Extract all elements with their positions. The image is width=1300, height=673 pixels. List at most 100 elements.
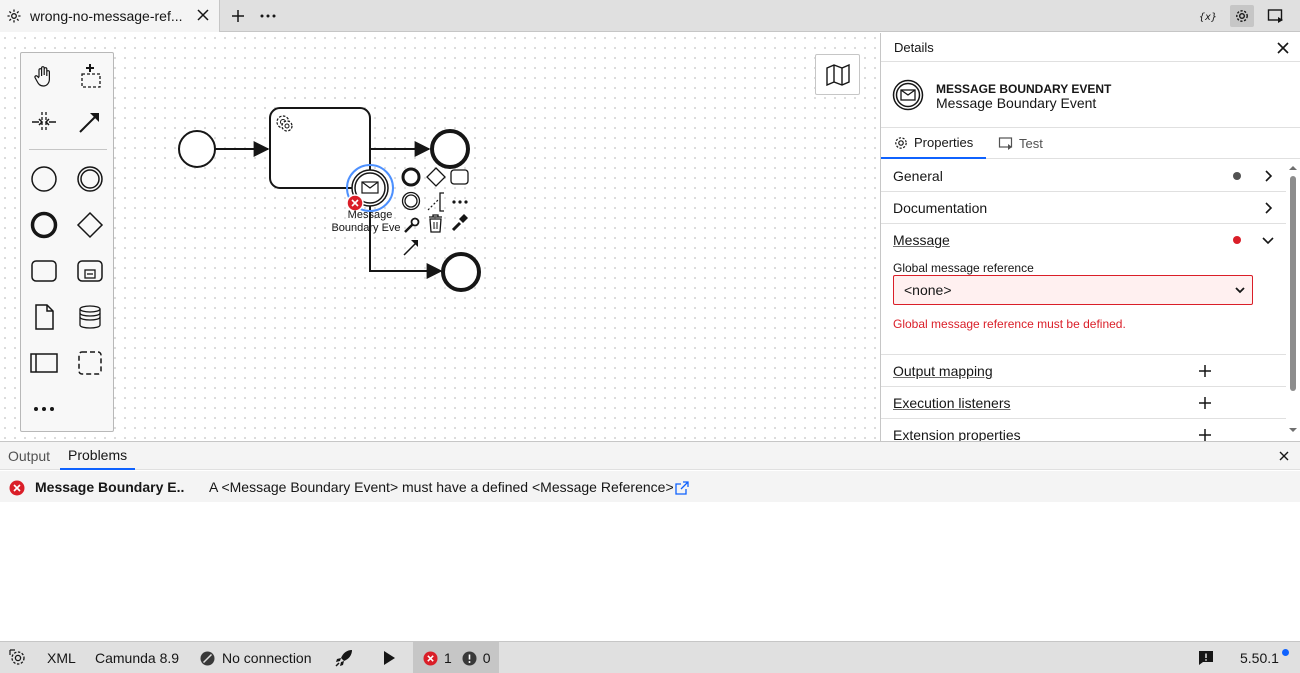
tab-diagram[interactable]: wrong-no-message-ref...: [0, 0, 220, 32]
group-output-mapping-label: Output mapping: [893, 363, 993, 379]
bottom-panel: Output Problems Message Boundary E... A …: [0, 441, 1300, 641]
settings-icon: [1236, 10, 1248, 22]
envelope-icon: [361, 181, 379, 194]
deploy-screen-icon: [1267, 9, 1283, 23]
details-title: Details: [894, 39, 934, 55]
problem-row[interactable]: Message Boundary E... A <Message Boundar…: [0, 471, 1300, 502]
test-screen-icon: [998, 136, 1013, 150]
validation-error: Global message reference must be defined…: [893, 317, 1126, 331]
select-value: <none>: [904, 282, 952, 298]
group-output-mapping[interactable]: Output mapping: [881, 355, 1286, 387]
tab-output[interactable]: Output: [8, 442, 50, 470]
close-icon[interactable]: [195, 7, 211, 23]
group-execution-listeners-label: Execution listeners: [893, 395, 1011, 411]
boundary-event-label-line2[interactable]: Boundary Eve: [331, 222, 400, 234]
svg-text:{x}: {x}: [1199, 12, 1217, 23]
scroll-down-icon[interactable]: [1287, 425, 1299, 435]
run-button[interactable]: [381, 642, 397, 673]
group-documentation[interactable]: Documentation: [881, 192, 1286, 224]
element-header: MESSAGE BOUNDARY EVENT Message Boundary …: [892, 79, 1111, 111]
chevron-right-icon: [1265, 170, 1273, 182]
tab-problems-label: Problems: [68, 447, 128, 463]
tab-properties-label: Properties: [914, 135, 974, 150]
color-brush-icon[interactable]: [451, 214, 468, 232]
add-tab-icon[interactable]: [229, 7, 247, 25]
variables-button[interactable]: {x}: [1196, 5, 1220, 27]
group-execution-listeners[interactable]: Execution listeners: [881, 387, 1286, 419]
service-task[interactable]: [269, 107, 371, 189]
version-label: 5.50.1: [1240, 650, 1279, 666]
tab-title: wrong-no-message-ref...: [30, 8, 183, 24]
end-event-1[interactable]: [430, 129, 470, 169]
deploy-screen-button[interactable]: [1264, 5, 1288, 27]
chevron-down-icon: [1262, 237, 1274, 245]
feedback-button[interactable]: [1198, 642, 1214, 673]
status-engine-label: Camunda 8.9: [95, 650, 180, 666]
status-problems[interactable]: 1 0: [413, 642, 499, 673]
status-xml[interactable]: XML: [47, 642, 76, 673]
change-type-wrench-icon[interactable]: [404, 217, 420, 233]
rocket-icon: [335, 650, 352, 667]
deploy-button[interactable]: [334, 642, 354, 673]
error-count-icon: [423, 651, 438, 665]
tab-properties[interactable]: Properties: [881, 128, 986, 159]
delete-trash-icon[interactable]: [429, 214, 442, 233]
end-event-2[interactable]: [441, 252, 481, 292]
diagram-canvas[interactable]: Message Boundary Eve: [0, 33, 880, 441]
properties-scrollbar[interactable]: [1287, 163, 1299, 438]
message-boundary-event-icon: [892, 79, 924, 111]
global-message-reference-label: Global message reference: [893, 261, 1034, 275]
details-header: Details: [881, 33, 1300, 62]
append-text-annotation-icon[interactable]: [427, 192, 444, 212]
tab-test[interactable]: Test: [998, 128, 1068, 159]
append-task-icon[interactable]: [450, 169, 469, 185]
group-documentation-label: Documentation: [893, 200, 988, 216]
start-event[interactable]: [178, 130, 216, 168]
close-icon[interactable]: [1276, 41, 1290, 55]
update-dot: [1282, 649, 1289, 656]
plus-icon[interactable]: [1198, 396, 1212, 410]
tab-bar: wrong-no-message-ref... {x}: [0, 0, 1300, 32]
chevron-down-icon: [1235, 287, 1245, 294]
connect-arrow-icon[interactable]: [403, 240, 418, 256]
group-general[interactable]: General: [881, 160, 1286, 192]
tab-problems[interactable]: Problems: [60, 442, 136, 470]
group-general-dot: [1233, 172, 1241, 180]
plus-icon[interactable]: [1198, 364, 1212, 378]
warning-count: 0: [482, 650, 491, 666]
more-tabs-icon[interactable]: [258, 7, 278, 25]
status-bar: XML Camunda 8.9 No connection 1 0 5.50.1: [0, 641, 1300, 673]
scroll-thumb[interactable]: [1290, 176, 1296, 391]
append-intermediate-event-icon[interactable]: [401, 191, 421, 211]
settings-panel-icon: [9, 649, 25, 665]
group-message-error-dot: [1233, 236, 1241, 244]
status-settings[interactable]: [8, 642, 28, 673]
status-connection[interactable]: No connection: [200, 642, 312, 673]
append-end-event-icon[interactable]: [401, 167, 421, 187]
message-group-body: Global message reference <none> Global m…: [881, 256, 1286, 355]
status-xml-label: XML: [47, 650, 76, 666]
scroll-up-icon[interactable]: [1287, 163, 1299, 173]
gear-icon: [7, 9, 21, 23]
problem-message: A <Message Boundary Event> must have a d…: [209, 479, 674, 495]
more-options-icon[interactable]: [452, 200, 468, 204]
version-indicator[interactable]: 5.50.1: [1240, 642, 1289, 673]
error-icon: [9, 480, 25, 496]
group-extension-properties[interactable]: Extension properties: [881, 419, 1286, 441]
properties-panel: Details MESSAGE BOUNDARY EVENT Message B…: [880, 33, 1300, 441]
close-icon[interactable]: [1278, 450, 1290, 462]
boundary-event-label-line1[interactable]: Message: [348, 209, 393, 221]
feedback-icon: [1199, 651, 1213, 665]
plus-icon[interactable]: [1198, 428, 1212, 441]
variables-icon: {x}: [1199, 12, 1217, 23]
global-message-reference-select[interactable]: <none>: [893, 275, 1253, 305]
status-engine[interactable]: Camunda 8.9: [95, 642, 179, 673]
external-link-icon[interactable]: [675, 481, 689, 495]
problem-element: Message Boundary E...: [35, 479, 185, 495]
append-gateway-icon[interactable]: [426, 167, 446, 187]
group-message[interactable]: Message: [881, 224, 1286, 256]
error-count: 1: [444, 650, 452, 666]
no-connection-icon: [200, 651, 215, 665]
settings-button[interactable]: [1230, 5, 1254, 27]
chevron-right-icon: [1265, 202, 1273, 214]
